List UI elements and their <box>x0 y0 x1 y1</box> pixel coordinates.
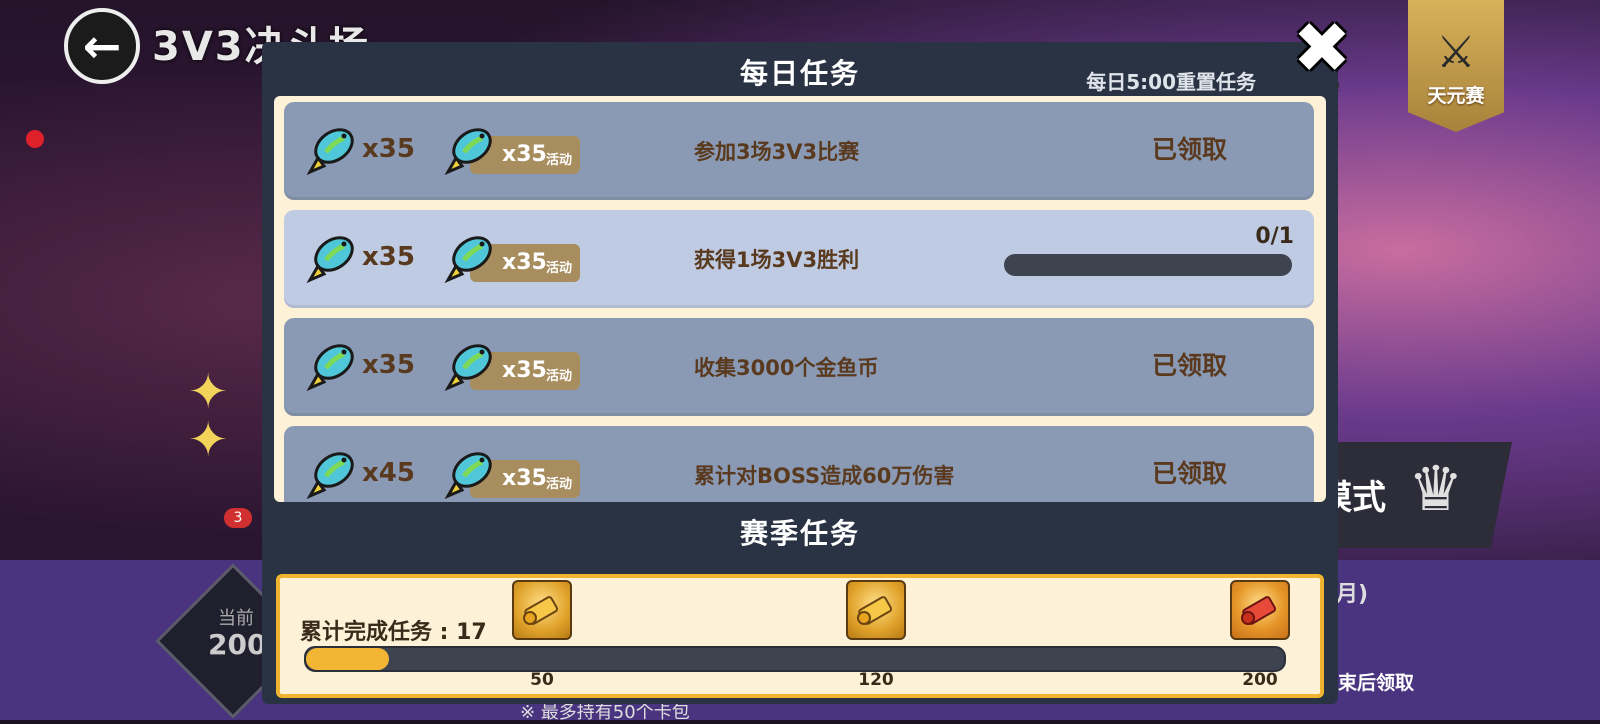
back-arrow-icon: ← <box>82 19 122 73</box>
milestone-value: 120 <box>858 670 894 690</box>
scroll-reward-icon <box>523 596 559 625</box>
reward-amount: x35 <box>362 242 415 272</box>
close-icon: ✖ <box>1292 7 1352 89</box>
task-row: x35 x35 活动 获得1场3V3胜利 0/1 <box>284 210 1314 308</box>
event-fish-icon <box>444 128 492 176</box>
milestone-reward-120[interactable] <box>846 580 906 640</box>
reward-amount: x35 <box>362 134 415 164</box>
crossed-swords-icon: ⚔ <box>1436 27 1476 78</box>
card-pack-badge: 3 <box>224 508 252 528</box>
event-label: 活动 <box>546 369 573 384</box>
claimed-status: 已领取 <box>1152 351 1228 380</box>
fish-icon <box>306 128 354 176</box>
event-amount: x35 <box>502 142 547 167</box>
reset-note: 每日5:00重置任务 <box>1086 70 1256 94</box>
tianyuan-label: 天元赛 <box>1427 85 1485 107</box>
season-progress-panel: 累计完成任务 : 17 50 120 200 <box>276 574 1324 698</box>
task-row: x45 x35 活动 累计对BOSS造成60万伤害 已领取 <box>284 426 1314 502</box>
notification-dot <box>26 130 44 148</box>
event-fish-icon <box>444 236 492 284</box>
event-fish-icon <box>444 452 492 500</box>
season-progress-bar <box>304 646 1286 672</box>
scroll-reward-icon <box>857 596 893 625</box>
tianyuan-tournament-button[interactable]: ⚔ 天元赛 <box>1408 0 1504 132</box>
task-name: 累计对BOSS造成60万伤害 <box>694 464 955 488</box>
event-amount: x35 <box>502 250 547 275</box>
month-text: 月) <box>1336 582 1369 607</box>
milestone-reward-50[interactable] <box>512 580 572 640</box>
season-progress-fill <box>306 648 390 670</box>
claimed-status: 已领取 <box>1152 135 1228 164</box>
progress-text: 0/1 <box>1255 224 1294 249</box>
claim-after-text: 束后领取 <box>1338 672 1415 694</box>
daily-tasks-dialog: 每日任务 每日5:00重置任务 x35 x35 活动 参加3场3V3比赛 已领取 <box>262 42 1338 704</box>
season-count-text: 累计完成任务 : 17 <box>300 620 487 645</box>
task-row: x35 x35 活动 参加3场3V3比赛 已领取 <box>284 102 1314 200</box>
trophy-icon: ♛ <box>1408 452 1464 525</box>
event-label: 活动 <box>546 477 573 492</box>
daily-task-list[interactable]: x35 x35 活动 参加3场3V3比赛 已领取 x35 x35 活动 获得1场… <box>274 96 1326 502</box>
event-amount: x35 <box>502 466 547 491</box>
season-tasks-title: 赛季任务 <box>739 517 860 550</box>
reward-amount: x35 <box>362 350 415 380</box>
task-name: 收集3000个金鱼币 <box>694 356 879 380</box>
claimed-status: 已领取 <box>1152 459 1228 488</box>
fish-icon <box>306 236 354 284</box>
milestone-reward-200[interactable] <box>1230 580 1290 640</box>
task-row: x35 x35 活动 收集3000个金鱼币 已领取 <box>284 318 1314 416</box>
task-progress-bar <box>1004 254 1292 276</box>
event-label: 活动 <box>546 153 573 168</box>
milestone-value: 200 <box>1242 670 1278 690</box>
event-amount: x35 <box>502 358 547 383</box>
reward-amount: x45 <box>362 458 415 488</box>
event-fish-icon <box>444 344 492 392</box>
milestone-value: 50 <box>530 670 554 690</box>
fish-icon <box>306 344 354 392</box>
fish-icon <box>306 452 354 500</box>
task-name: 参加3场3V3比赛 <box>694 140 860 164</box>
event-label: 活动 <box>546 261 573 276</box>
task-name: 获得1场3V3胜利 <box>694 248 860 272</box>
back-button[interactable]: ← <box>64 8 140 84</box>
rank-label: 当前 <box>218 608 254 629</box>
sparkle-icon: ✦ ✦ <box>188 364 229 468</box>
close-button[interactable]: ✖ <box>1288 13 1356 83</box>
red-scroll-reward-icon <box>1241 596 1277 625</box>
rank-value: 200 <box>208 628 267 661</box>
